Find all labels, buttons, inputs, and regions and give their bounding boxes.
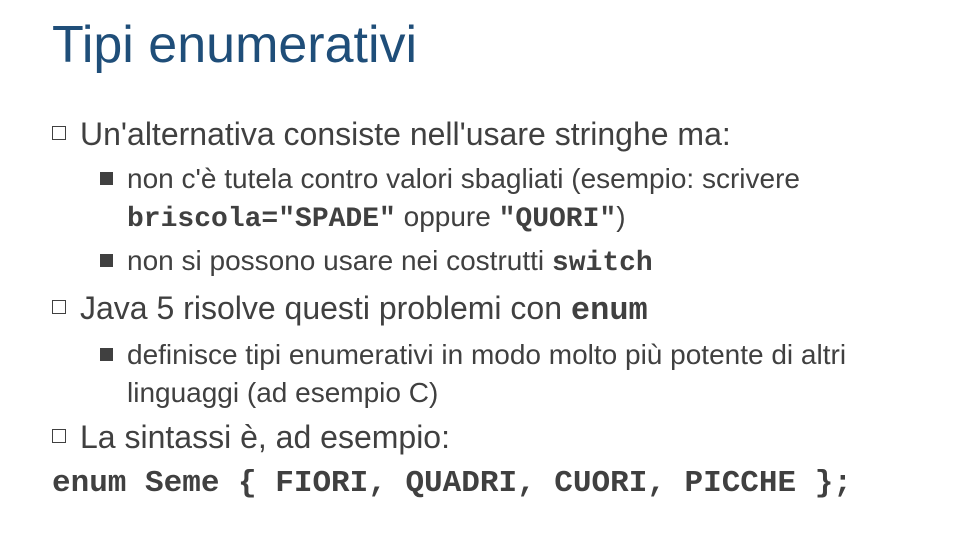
bullet-level2: non c'è tutela contro valori sbagliati (… [100,160,907,239]
square-bullet-icon [100,348,113,361]
code-line: enum Seme { FIORI, QUADRI, CUORI, PICCHE… [52,463,907,505]
text: La sintassi è, ad esempio: [80,419,450,455]
bullet-text: non si possono usare nei costrutti switc… [127,242,653,283]
slide: Tipi enumerativi Un'alternativa consiste… [0,0,959,558]
square-bullet-icon [52,429,66,443]
bullet-level1: Java 5 risolve questi problemi con enum [52,287,907,332]
text: Un'alternativa consiste nell'usare strin… [80,116,731,152]
bullet-text: non c'è tutela contro valori sbagliati (… [127,160,907,239]
code-text: enum [571,292,648,329]
square-bullet-icon [100,172,113,185]
code-text: switch [552,248,653,279]
text: Java 5 risolve questi problemi con [80,290,571,326]
bullet-text: La sintassi è, ad esempio: [80,416,450,459]
bullet-level2: non si possono usare nei costrutti switc… [100,242,907,283]
text: non si possono usare nei costrutti [127,245,552,276]
code-text: "QUORI" [499,204,617,235]
bullet-text: Un'alternativa consiste nell'usare strin… [80,113,731,156]
square-bullet-icon [100,254,113,267]
bullet-level1: Un'alternativa consiste nell'usare strin… [52,113,907,156]
code-text: enum Seme { FIORI, QUADRI, CUORI, PICCHE… [52,463,852,505]
bullet-level1: La sintassi è, ad esempio: [52,416,907,459]
text: oppure [396,201,499,232]
slide-title: Tipi enumerativi [52,18,907,73]
bullet-level2: definisce tipi enumerativi in modo molto… [100,336,907,412]
text: ) [616,201,625,232]
text: non c'è tutela contro valori sbagliati (… [127,163,800,194]
square-bullet-icon [52,300,66,314]
text: definisce tipi enumerativi in modo molto… [127,339,846,408]
bullet-text: definisce tipi enumerativi in modo molto… [127,336,907,412]
square-bullet-icon [52,126,66,140]
code-text: briscola="SPADE" [127,204,396,235]
bullet-text: Java 5 risolve questi problemi con enum [80,287,648,332]
